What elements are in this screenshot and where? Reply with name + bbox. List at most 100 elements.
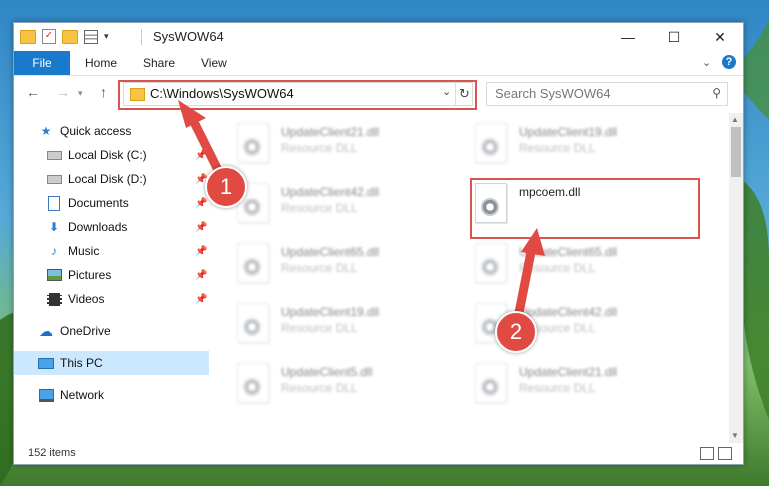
folder-icon[interactable] xyxy=(20,29,36,44)
list-item[interactable]: UpdateClient42.dll Resource DLL xyxy=(233,179,463,229)
file-name: UpdateClient5.dll xyxy=(281,365,373,379)
details-view-icon[interactable] xyxy=(700,447,714,460)
scroll-down-icon[interactable]: ▼ xyxy=(731,431,739,440)
new-folder-icon[interactable] xyxy=(62,29,78,44)
window-title: SysWOW64 xyxy=(153,29,224,44)
large-icons-view-icon[interactable] xyxy=(718,447,732,460)
list-view-icon[interactable] xyxy=(84,29,98,44)
drive-icon xyxy=(46,172,62,186)
title-separator xyxy=(141,29,142,45)
minimize-button[interactable]: — xyxy=(605,23,651,51)
file-name: UpdateClient19.dll xyxy=(519,125,618,139)
pin-icon[interactable]: 📌 xyxy=(195,150,207,161)
file-type: Resource DLL xyxy=(281,381,358,395)
scroll-thumb[interactable] xyxy=(731,127,741,177)
star-icon: ★ xyxy=(40,124,52,138)
scroll-up-icon[interactable]: ▲ xyxy=(731,115,739,124)
cloud-icon: ☁ xyxy=(39,322,53,339)
sidebar-item-label: Pictures xyxy=(68,268,112,282)
file-name: UpdateClient21.dll xyxy=(281,125,380,139)
up-arrow-icon[interactable]: ↑ xyxy=(100,84,107,100)
vertical-scrollbar[interactable]: ▲ ▼ xyxy=(729,113,743,443)
expand-ribbon-chevron-icon[interactable]: ⌄ xyxy=(702,56,711,69)
file-name: UpdateClient21.dll xyxy=(519,365,618,379)
navigation-pane: ★ Quick access Local Disk (C:) 📌 Local D… xyxy=(14,113,210,443)
pin-icon[interactable]: 📌 xyxy=(195,270,207,281)
pin-icon[interactable]: 📌 xyxy=(195,222,207,233)
quick-access-toolbar: ✓ ▾ xyxy=(20,29,109,44)
dll-file-icon xyxy=(475,363,507,403)
list-item[interactable]: UpdateClient65.dll Resource DLL xyxy=(471,239,701,289)
network-icon xyxy=(38,388,54,402)
customize-toolbar-chevron-icon[interactable]: ▾ xyxy=(104,31,109,42)
search-box[interactable]: Search SysWOW64 ⚲ xyxy=(486,82,728,106)
back-arrow-icon[interactable]: ← xyxy=(26,84,40,100)
file-name: UpdateClient42.dll xyxy=(281,185,380,199)
help-icon[interactable]: ? xyxy=(722,55,736,69)
sidebar-item-onedrive[interactable]: ☁ OneDrive xyxy=(14,319,209,343)
sidebar-item-label: Local Disk (C:) xyxy=(68,148,147,162)
step-marker-2: 2 xyxy=(495,311,537,353)
forward-arrow-icon[interactable]: → xyxy=(56,84,70,100)
list-item[interactable]: UpdateClient21.dll Resource DLL xyxy=(233,119,463,169)
sidebar-item-music[interactable]: ♪ Music 📌 xyxy=(14,239,209,263)
recent-locations-chevron-icon[interactable]: ▾ xyxy=(78,88,83,99)
sidebar-item-label: Music xyxy=(68,244,100,258)
list-item[interactable]: UpdateClient5.dll Resource DLL xyxy=(233,359,463,409)
dll-file-icon xyxy=(237,303,269,343)
title-bar: ✓ ▾ SysWOW64 — ☐ ✕ xyxy=(14,23,743,51)
sidebar-item-label: Local Disk (D:) xyxy=(68,172,147,186)
list-item[interactable]: UpdateClient19.dll Resource DLL xyxy=(471,119,701,169)
sidebar-item-label: Downloads xyxy=(68,220,128,234)
pin-icon[interactable]: 📌 xyxy=(195,198,207,209)
sidebar-item-label: Documents xyxy=(68,196,129,210)
picture-icon xyxy=(46,268,62,282)
sidebar-item-local-disk-d[interactable]: Local Disk (D:) 📌 xyxy=(14,167,209,191)
dll-file-icon xyxy=(475,123,507,163)
pin-icon[interactable]: 📌 xyxy=(195,246,207,257)
tab-view[interactable]: View xyxy=(201,51,227,75)
sidebar-item-local-disk-c[interactable]: Local Disk (C:) 📌 xyxy=(14,143,209,167)
music-icon: ♪ xyxy=(51,244,57,258)
file-type: Resource DLL xyxy=(281,321,358,335)
file-type: Resource DLL xyxy=(281,141,358,155)
dll-file-icon xyxy=(237,243,269,283)
document-icon xyxy=(46,195,62,211)
ribbon-tabs: File Home Share View ⌄ ? xyxy=(14,51,743,76)
sidebar-item-network[interactable]: Network xyxy=(14,383,209,407)
item-count: 152 items xyxy=(28,447,76,459)
sidebar-item-videos[interactable]: Videos 📌 xyxy=(14,287,209,311)
tab-share[interactable]: Share xyxy=(143,51,175,75)
drive-icon xyxy=(46,148,62,162)
pin-icon[interactable]: 📌 xyxy=(195,294,207,305)
sidebar-item-quick-access[interactable]: ★ Quick access xyxy=(14,119,209,143)
file-type: Resource DLL xyxy=(281,201,358,215)
file-name: UpdateClient19.dll xyxy=(281,305,380,319)
status-bar: 152 items xyxy=(14,444,743,464)
maximize-button[interactable]: ☐ xyxy=(651,23,697,51)
sidebar-item-label: This PC xyxy=(60,356,103,370)
file-list: UpdateClient21.dll Resource DLL UpdateCl… xyxy=(211,113,729,443)
tab-file[interactable]: File xyxy=(14,51,70,75)
search-icon[interactable]: ⚲ xyxy=(712,86,721,100)
list-item[interactable]: UpdateClient65.dll Resource DLL xyxy=(233,239,463,289)
sidebar-item-this-pc[interactable]: This PC xyxy=(14,351,209,375)
sidebar-item-pictures[interactable]: Pictures 📌 xyxy=(14,263,209,287)
dll-file-icon xyxy=(475,243,507,283)
step-marker-1: 1 xyxy=(205,166,247,208)
sidebar-item-label: Videos xyxy=(68,292,105,306)
list-item[interactable]: UpdateClient19.dll Resource DLL xyxy=(233,299,463,349)
properties-check-icon[interactable]: ✓ xyxy=(42,29,56,44)
file-type: Resource DLL xyxy=(281,261,358,275)
close-button[interactable]: ✕ xyxy=(697,23,743,51)
search-input[interactable]: Search SysWOW64 xyxy=(495,86,611,101)
file-type: Resource DLL xyxy=(519,141,596,155)
list-item[interactable]: UpdateClient21.dll Resource DLL xyxy=(471,359,701,409)
sidebar-item-documents[interactable]: Documents 📌 xyxy=(14,191,209,215)
sidebar-item-label: Quick access xyxy=(60,124,132,138)
dll-file-icon xyxy=(237,363,269,403)
sidebar-item-downloads[interactable]: ⬇ Downloads 📌 xyxy=(14,215,209,239)
address-bar-highlight xyxy=(118,80,477,110)
tab-home[interactable]: Home xyxy=(85,51,117,75)
file-type: Resource DLL xyxy=(519,261,596,275)
